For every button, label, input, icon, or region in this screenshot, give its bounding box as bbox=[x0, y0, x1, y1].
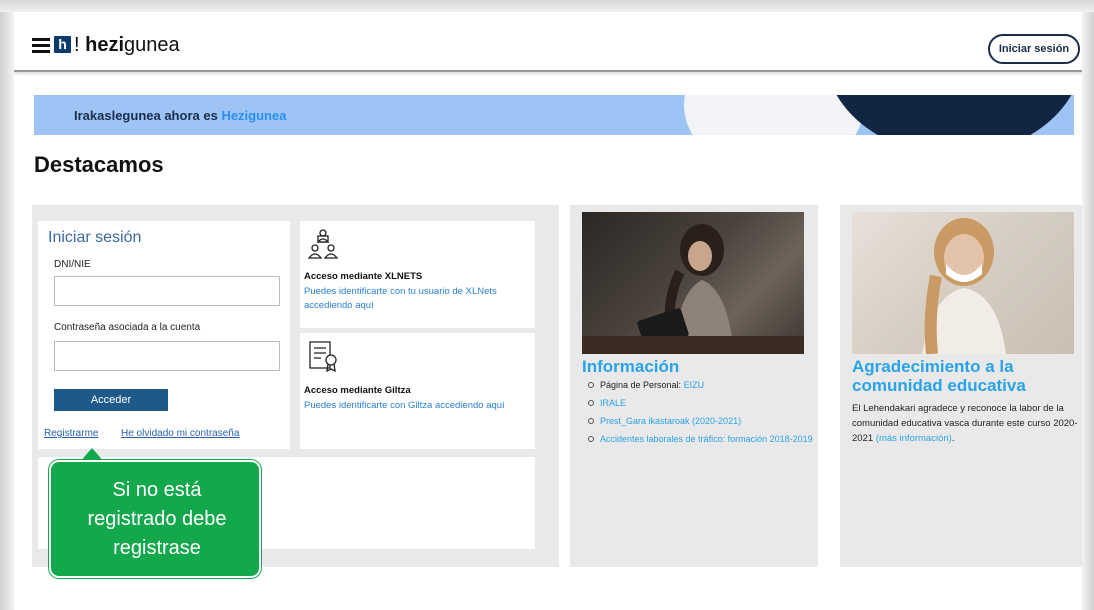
woman-mask-illustration bbox=[922, 218, 1006, 354]
list-item: IRALE bbox=[588, 397, 813, 409]
agradecimiento-photo[interactable] bbox=[852, 212, 1074, 354]
header-login-button[interactable]: Iniciar sesión bbox=[988, 34, 1080, 64]
agradecimiento-text: El Lehendakari agradece y reconoce la la… bbox=[852, 403, 1078, 444]
more-info-link[interactable]: (más información) bbox=[876, 433, 952, 444]
irale-link[interactable]: IRALE bbox=[600, 398, 626, 408]
brand-prefix: ! bbox=[74, 34, 80, 56]
xlnets-description[interactable]: Puedes identificarte con tu usuario de X… bbox=[304, 285, 529, 313]
window-frame-top bbox=[0, 0, 1094, 12]
brand-rest: gunea bbox=[124, 34, 180, 56]
informacion-title[interactable]: Información bbox=[582, 357, 679, 376]
certificate-icon bbox=[309, 341, 337, 373]
password-input[interactable] bbox=[54, 341, 280, 371]
accidentes-link[interactable]: Accidentes laborales de tráfico: formaci… bbox=[600, 434, 813, 444]
giltza-card[interactable]: Acceso mediante Giltza Puedes identifica… bbox=[300, 333, 535, 449]
informacion-photo[interactable] bbox=[582, 212, 804, 354]
brand-bold: hezi bbox=[85, 34, 125, 56]
callout-text: Si no está registrado debe registrase bbox=[87, 479, 227, 559]
page: h ! hezigunea Iniciar sesión Irakaslegun… bbox=[14, 12, 1082, 610]
agradecimiento-title[interactable]: Agradecimiento a la comunidad educativa bbox=[852, 357, 1026, 395]
list-item: Prest_Gara ikastaroak (2020-2021) bbox=[588, 415, 813, 427]
people-network-icon bbox=[307, 229, 339, 259]
xlnets-title: Acceso mediante XLNETS bbox=[304, 271, 423, 282]
banner-highlight[interactable]: Hezigunea bbox=[221, 108, 286, 123]
login-card: Iniciar sesión DNI/NIE Contraseña asocia… bbox=[38, 221, 290, 449]
agradecimiento-panel: Agradecimiento a la comunidad educativa … bbox=[840, 205, 1082, 567]
password-label: Contraseña asociada a la cuenta bbox=[54, 322, 201, 333]
login-title: Iniciar sesión bbox=[48, 229, 142, 246]
banner-text: Irakaslegunea ahora es Hezigunea bbox=[74, 108, 287, 123]
register-callout: Si no está registrado debe registrase bbox=[49, 460, 261, 578]
eizu-link[interactable]: EIZU bbox=[684, 380, 705, 390]
acceder-button[interactable]: Acceder bbox=[54, 389, 168, 411]
informacion-panel: Información Página de Personal: EIZU IRA… bbox=[570, 205, 818, 567]
window-frame-right bbox=[1082, 12, 1094, 610]
window-frame-left bbox=[0, 12, 14, 610]
section-title: Destacamos bbox=[34, 152, 164, 177]
dni-input[interactable] bbox=[54, 276, 280, 306]
banner-decor-circle bbox=[684, 95, 864, 135]
forgot-password-link[interactable]: He olvidado mi contraseña bbox=[121, 428, 239, 439]
logo-mark[interactable]: h bbox=[54, 36, 71, 53]
register-link[interactable]: Registrarme bbox=[44, 428, 98, 439]
xlnets-card[interactable]: Acceso mediante XLNETS Puedes identifica… bbox=[300, 221, 535, 328]
prest-gara-link[interactable]: Prest_Gara ikastaroak (2020-2021) bbox=[600, 416, 741, 426]
banner-decor-shape bbox=[824, 95, 1074, 135]
announcement-banner: Irakaslegunea ahora es Hezigunea bbox=[34, 95, 1074, 135]
header: h ! hezigunea Iniciar sesión bbox=[14, 12, 1082, 72]
list-item: Accidentes laborales de tráfico: formaci… bbox=[588, 433, 813, 445]
dni-label: DNI/NIE bbox=[54, 259, 91, 270]
giltza-description[interactable]: Puedes identificarte con Giltza accedien… bbox=[304, 399, 529, 413]
list-item: Página de Personal: EIZU bbox=[588, 379, 813, 391]
informacion-list: Página de Personal: EIZU IRALE Prest_Gar… bbox=[588, 379, 813, 451]
menu-icon[interactable] bbox=[32, 38, 50, 53]
woman-tablet-illustration bbox=[582, 224, 804, 354]
giltza-title: Acceso mediante Giltza bbox=[304, 385, 411, 396]
brand-logo[interactable]: ! hezigunea bbox=[74, 34, 180, 57]
